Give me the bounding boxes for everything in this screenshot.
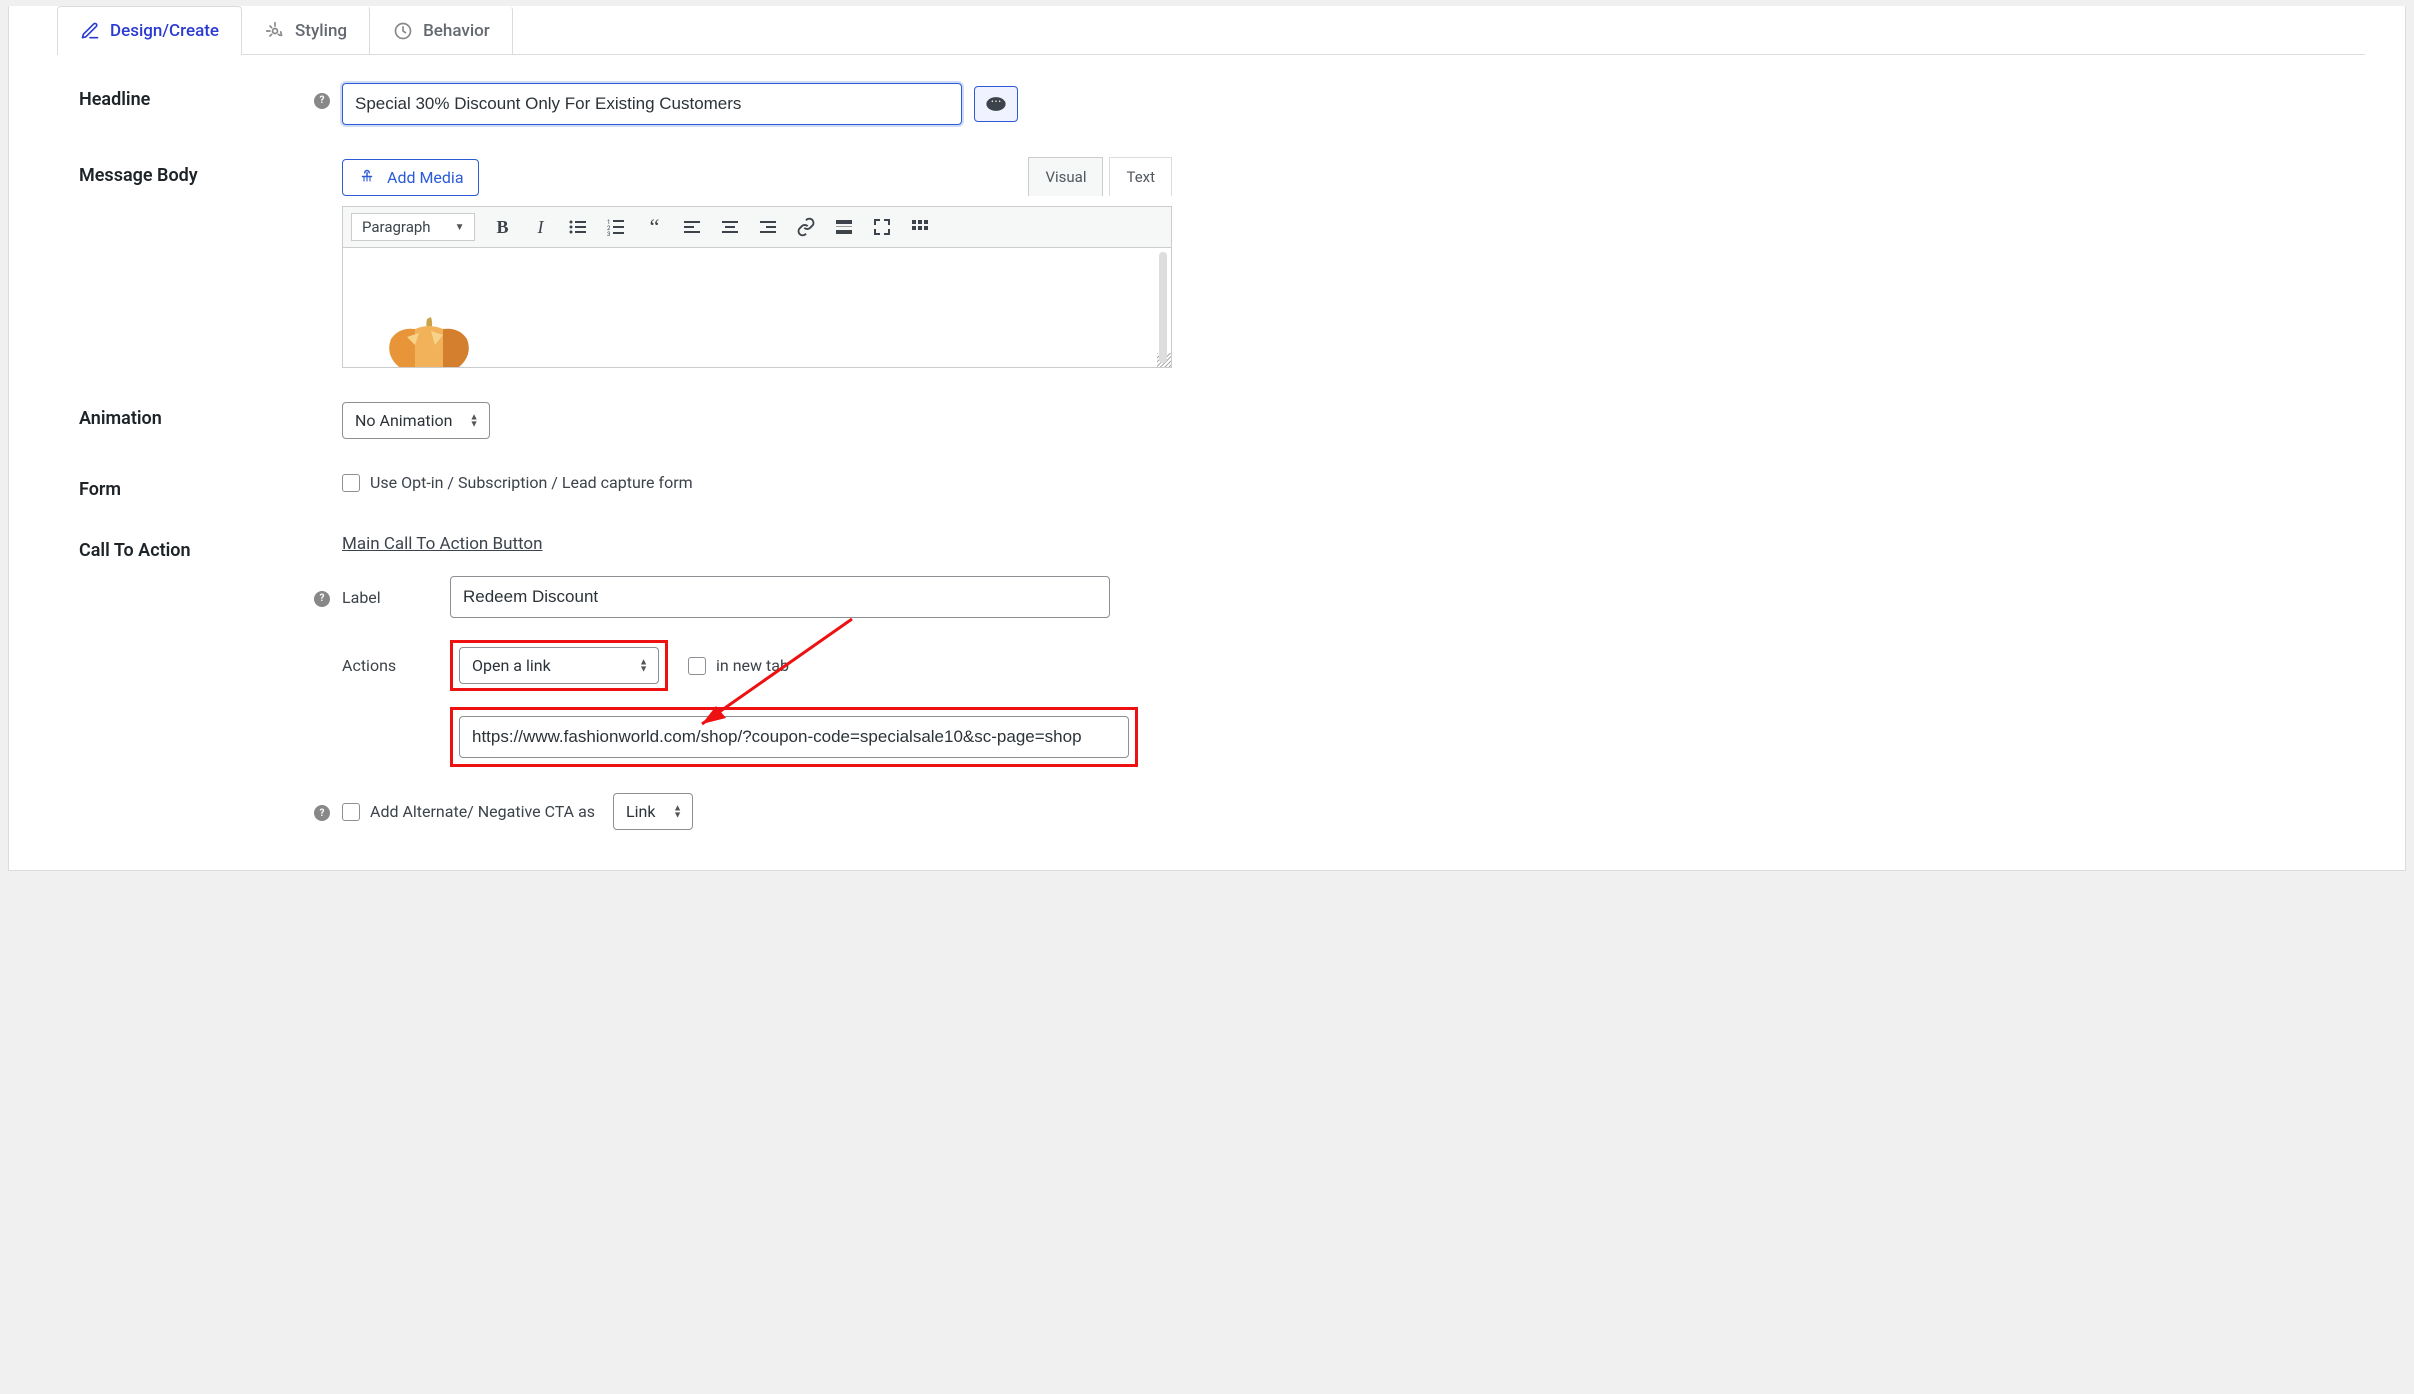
select-sorter-icon: ▲▼ (639, 659, 648, 672)
tab-behavior[interactable]: Behavior (370, 6, 513, 55)
select-sorter-icon: ▲▼ (470, 414, 479, 427)
headline-label: Headline (79, 83, 314, 110)
animation-select[interactable]: No Animation ▲▼ (342, 402, 490, 439)
bold-button[interactable]: B (491, 216, 513, 238)
tab-styling[interactable]: Styling (242, 6, 370, 55)
cta-action-select[interactable]: Open a link ▲▼ (459, 647, 659, 684)
new-tab-checkbox[interactable] (688, 657, 706, 675)
bullet-list-button[interactable] (567, 216, 589, 238)
main-tabs: Design/Create Styling Behavior (57, 6, 2365, 55)
format-select[interactable]: Paragraph ▼ (351, 213, 475, 241)
headline-input[interactable] (342, 83, 962, 125)
cta-url-input[interactable] (459, 716, 1129, 758)
help-icon[interactable]: ? (314, 591, 330, 607)
optin-checkbox[interactable] (342, 474, 360, 492)
alt-cta-type-select[interactable]: Link ▲▼ (613, 793, 693, 830)
tab-behavior-label: Behavior (423, 21, 490, 41)
editor-tab-text[interactable]: Text (1109, 157, 1172, 196)
cta-section-label: Call To Action (79, 534, 314, 561)
cta-label-label: Label (342, 588, 450, 607)
align-left-button[interactable] (681, 216, 703, 238)
animation-label: Animation (79, 402, 314, 429)
editor-canvas[interactable] (342, 248, 1172, 368)
new-tab-label: in new tab (716, 656, 789, 675)
tab-design-create[interactable]: Design/Create (57, 6, 242, 55)
chevron-down-icon: ▼ (455, 222, 465, 233)
optin-checkbox-label: Use Opt-in / Subscription / Lead capture… (370, 473, 693, 492)
svg-text:3: 3 (607, 231, 610, 237)
format-select-value: Paragraph (362, 218, 431, 236)
help-icon[interactable]: ? (314, 93, 330, 109)
editor-tab-visual[interactable]: Visual (1028, 157, 1103, 196)
form-label: Form (79, 473, 314, 500)
numbered-list-button[interactable]: 123 (605, 216, 627, 238)
cta-action-value: Open a link (472, 656, 551, 675)
toolbar-toggle-button[interactable] (909, 216, 931, 238)
select-sorter-icon: ▲▼ (673, 805, 682, 818)
animation-value: No Animation (355, 411, 453, 430)
italic-button[interactable]: I (529, 216, 551, 238)
message-body-label: Message Body (79, 159, 314, 186)
align-right-button[interactable] (757, 216, 779, 238)
align-center-button[interactable] (719, 216, 741, 238)
annotation-highlight (450, 707, 1138, 767)
resize-grip-icon[interactable] (1157, 353, 1171, 367)
cta-label-input[interactable] (450, 576, 1110, 618)
cta-actions-label: Actions (342, 656, 450, 675)
emoji-picker-button[interactable] (974, 86, 1018, 122)
editor-toolbar: Paragraph ▼ B I 123 “ (342, 206, 1172, 248)
add-media-label: Add Media (387, 168, 464, 187)
annotation-highlight: Open a link ▲▼ (450, 640, 668, 691)
alt-cta-checkbox[interactable] (342, 803, 360, 821)
tab-design-create-label: Design/Create (110, 21, 219, 41)
pumpkin-image (379, 315, 479, 367)
link-button[interactable] (795, 216, 817, 238)
alt-cta-type-value: Link (626, 802, 655, 821)
add-media-button[interactable]: Add Media (342, 159, 479, 196)
read-more-button[interactable] (833, 216, 855, 238)
alt-cta-checkbox-label: Add Alternate/ Negative CTA as (370, 802, 595, 821)
tab-styling-label: Styling (295, 21, 347, 41)
help-icon[interactable]: ? (314, 805, 330, 821)
blockquote-button[interactable]: “ (643, 216, 665, 238)
fullscreen-button[interactable] (871, 216, 893, 238)
cta-main-heading: Main Call To Action Button (342, 534, 2365, 554)
